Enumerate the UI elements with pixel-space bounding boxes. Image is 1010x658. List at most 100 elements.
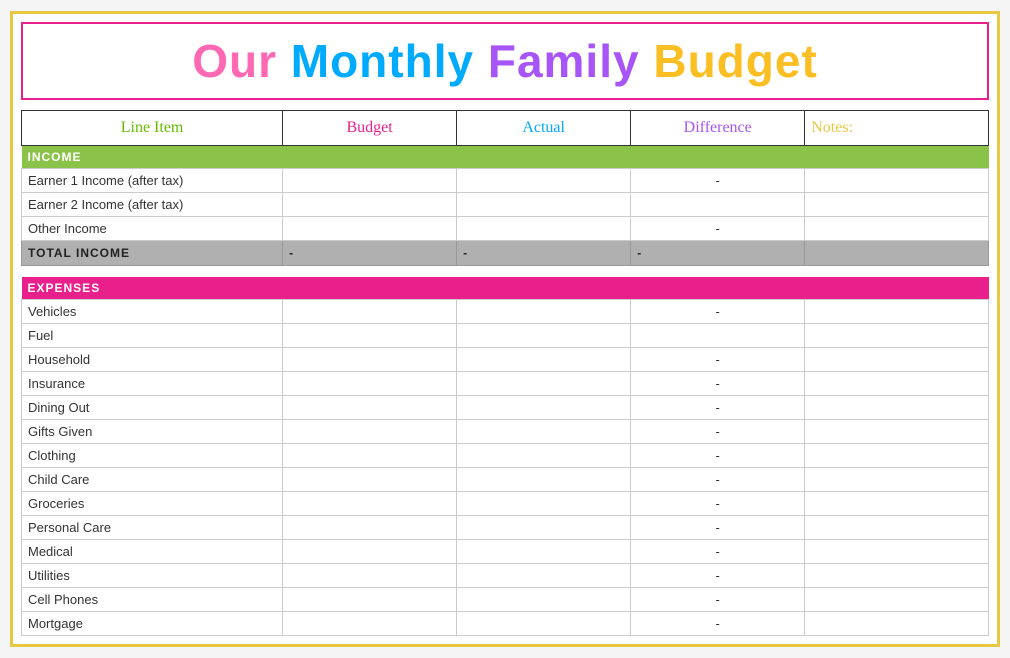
expense-notes[interactable] (805, 588, 989, 612)
title-budget: Budget (653, 35, 817, 87)
expense-notes[interactable] (805, 564, 989, 588)
expense-actual[interactable] (457, 348, 631, 372)
main-title: Our Monthly Family Budget (192, 35, 818, 87)
expense-difference: - (631, 372, 805, 396)
expense-item-label: Fuel (22, 324, 283, 348)
expense-item-label: Medical (22, 540, 283, 564)
expense-budget[interactable] (283, 300, 457, 324)
expense-budget[interactable] (283, 396, 457, 420)
expense-row: Dining Out - (22, 396, 989, 420)
expense-row: Child Care - (22, 468, 989, 492)
expense-row: Mortgage - (22, 612, 989, 636)
expense-difference: - (631, 420, 805, 444)
expense-difference (631, 324, 805, 348)
total-income-label: TOTAL INCOME (22, 240, 283, 265)
expense-row: Clothing - (22, 444, 989, 468)
expense-notes[interactable] (805, 612, 989, 636)
expense-difference: - (631, 492, 805, 516)
header-notes: Notes: (805, 110, 989, 145)
header-budget: Budget (283, 110, 457, 145)
expense-budget[interactable] (283, 468, 457, 492)
expense-item-label: Insurance (22, 372, 283, 396)
expense-difference: - (631, 564, 805, 588)
expense-actual[interactable] (457, 444, 631, 468)
expense-budget[interactable] (283, 348, 457, 372)
income-actual[interactable] (457, 216, 631, 240)
income-item-label: Earner 2 Income (after tax) (22, 192, 283, 216)
expense-budget[interactable] (283, 540, 457, 564)
expenses-section-header: EXPENSES (22, 277, 989, 300)
header-difference: Difference (631, 110, 805, 145)
expense-notes[interactable] (805, 348, 989, 372)
income-notes[interactable] (805, 168, 989, 192)
income-row: Other Income - (22, 216, 989, 240)
expense-budget[interactable] (283, 516, 457, 540)
expense-item-label: Clothing (22, 444, 283, 468)
expense-notes[interactable] (805, 420, 989, 444)
income-difference: - (631, 168, 805, 192)
expense-row: Personal Care - (22, 516, 989, 540)
expense-notes[interactable] (805, 396, 989, 420)
expense-difference: - (631, 516, 805, 540)
expense-difference: - (631, 348, 805, 372)
expense-actual[interactable] (457, 516, 631, 540)
expense-item-label: Utilities (22, 564, 283, 588)
expense-actual[interactable] (457, 612, 631, 636)
expense-notes[interactable] (805, 516, 989, 540)
expense-item-label: Dining Out (22, 396, 283, 420)
expense-notes[interactable] (805, 444, 989, 468)
income-actual[interactable] (457, 192, 631, 216)
expense-actual[interactable] (457, 588, 631, 612)
expense-notes[interactable] (805, 492, 989, 516)
expense-item-label: Child Care (22, 468, 283, 492)
expense-budget[interactable] (283, 444, 457, 468)
expense-notes[interactable] (805, 468, 989, 492)
expense-notes[interactable] (805, 324, 989, 348)
income-budget[interactable] (283, 216, 457, 240)
expense-notes[interactable] (805, 372, 989, 396)
expense-item-label: Personal Care (22, 516, 283, 540)
income-row: Earner 1 Income (after tax) - (22, 168, 989, 192)
expense-difference: - (631, 396, 805, 420)
income-budget[interactable] (283, 168, 457, 192)
expense-row: Insurance - (22, 372, 989, 396)
expense-budget[interactable] (283, 420, 457, 444)
title-box: Our Monthly Family Budget (21, 22, 989, 100)
expense-row: Vehicles - (22, 300, 989, 324)
expense-actual[interactable] (457, 492, 631, 516)
expense-item-label: Gifts Given (22, 420, 283, 444)
expense-actual[interactable] (457, 300, 631, 324)
expense-budget[interactable] (283, 612, 457, 636)
expense-budget[interactable] (283, 324, 457, 348)
income-budget[interactable] (283, 192, 457, 216)
expense-budget[interactable] (283, 564, 457, 588)
expense-budget[interactable] (283, 492, 457, 516)
expense-actual[interactable] (457, 468, 631, 492)
total-income-row: TOTAL INCOME - - - (22, 240, 989, 265)
expense-actual[interactable] (457, 396, 631, 420)
income-notes[interactable] (805, 216, 989, 240)
expense-budget[interactable] (283, 588, 457, 612)
expense-row: Utilities - (22, 564, 989, 588)
header-actual: Actual (457, 110, 631, 145)
expense-row: Fuel (22, 324, 989, 348)
expense-difference: - (631, 612, 805, 636)
expense-difference: - (631, 444, 805, 468)
expense-actual[interactable] (457, 420, 631, 444)
expense-row: Medical - (22, 540, 989, 564)
expense-row: Cell Phones - (22, 588, 989, 612)
title-monthly: Monthly (291, 35, 488, 87)
expense-actual[interactable] (457, 540, 631, 564)
expense-item-label: Cell Phones (22, 588, 283, 612)
expense-budget[interactable] (283, 372, 457, 396)
income-actual[interactable] (457, 168, 631, 192)
expense-actual[interactable] (457, 324, 631, 348)
income-notes[interactable] (805, 192, 989, 216)
expense-notes[interactable] (805, 300, 989, 324)
income-label: INCOME (22, 145, 989, 168)
expense-difference: - (631, 588, 805, 612)
expense-actual[interactable] (457, 372, 631, 396)
expenses-label: EXPENSES (22, 277, 989, 300)
expense-notes[interactable] (805, 540, 989, 564)
expense-actual[interactable] (457, 564, 631, 588)
